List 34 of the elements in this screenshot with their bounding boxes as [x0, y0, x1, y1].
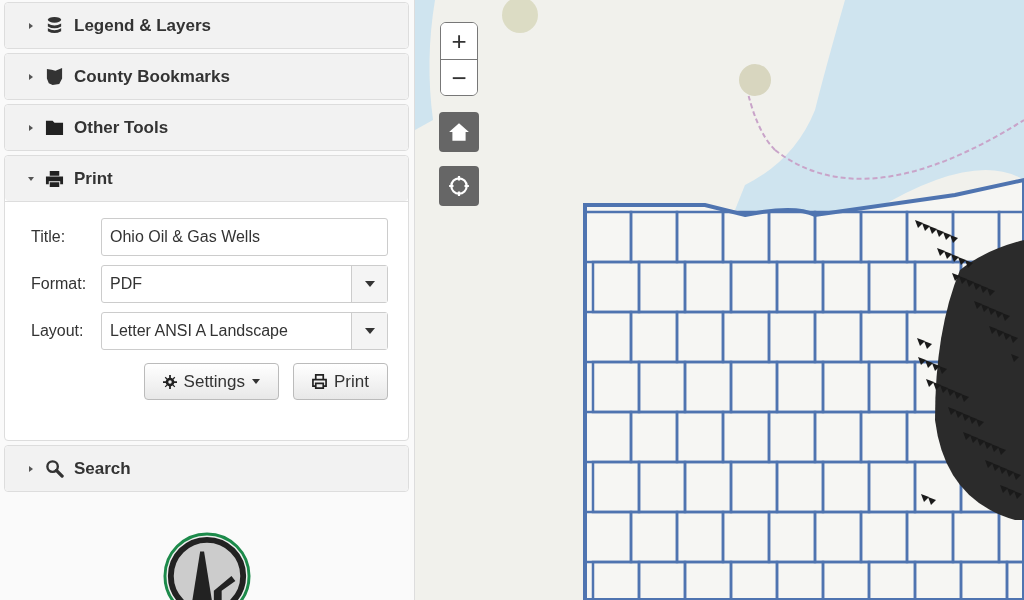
- panel-header[interactable]: County Bookmarks: [5, 54, 408, 99]
- folder-icon: [45, 118, 64, 137]
- caret-icon: [27, 123, 35, 132]
- field-label: Title:: [31, 228, 67, 246]
- print-button[interactable]: Print: [293, 363, 388, 400]
- dropdown[interactable]: Letter ANSI A Landscape: [101, 312, 388, 350]
- settings-button[interactable]: Settings: [143, 363, 280, 400]
- field-label: Format:: [31, 275, 88, 293]
- dropdown[interactable]: PDF: [101, 265, 388, 303]
- printer-icon: [45, 169, 64, 188]
- locate-button[interactable]: [439, 166, 479, 206]
- state-shape-icon: [45, 67, 64, 86]
- house-icon: [448, 121, 470, 143]
- home-button[interactable]: [439, 112, 479, 152]
- caret-icon: [27, 72, 35, 81]
- panel-header[interactable]: Print: [5, 156, 408, 201]
- caret-icon: [27, 464, 35, 473]
- gear-icon: [162, 374, 177, 389]
- caret-icon: [252, 379, 261, 384]
- database-icon: [45, 16, 64, 35]
- map-drawing[interactable]: [415, 0, 1024, 600]
- crosshair-icon: [448, 175, 470, 197]
- panel-header[interactable]: Legend & Layers: [5, 3, 408, 48]
- field-label: Layout:: [31, 322, 85, 340]
- panel-header[interactable]: Search: [5, 446, 408, 491]
- title-input[interactable]: Ohio Oil & Gas Wells: [101, 218, 388, 256]
- caret-icon: [27, 21, 35, 30]
- caret-icon: [27, 174, 35, 183]
- caret-icon: [364, 281, 375, 287]
- panel-header[interactable]: Other Tools: [5, 105, 408, 150]
- zoom-out-button[interactable]: −: [441, 59, 477, 95]
- caret-icon: [364, 328, 375, 334]
- search-icon: [45, 459, 64, 478]
- printer-icon: [312, 374, 328, 389]
